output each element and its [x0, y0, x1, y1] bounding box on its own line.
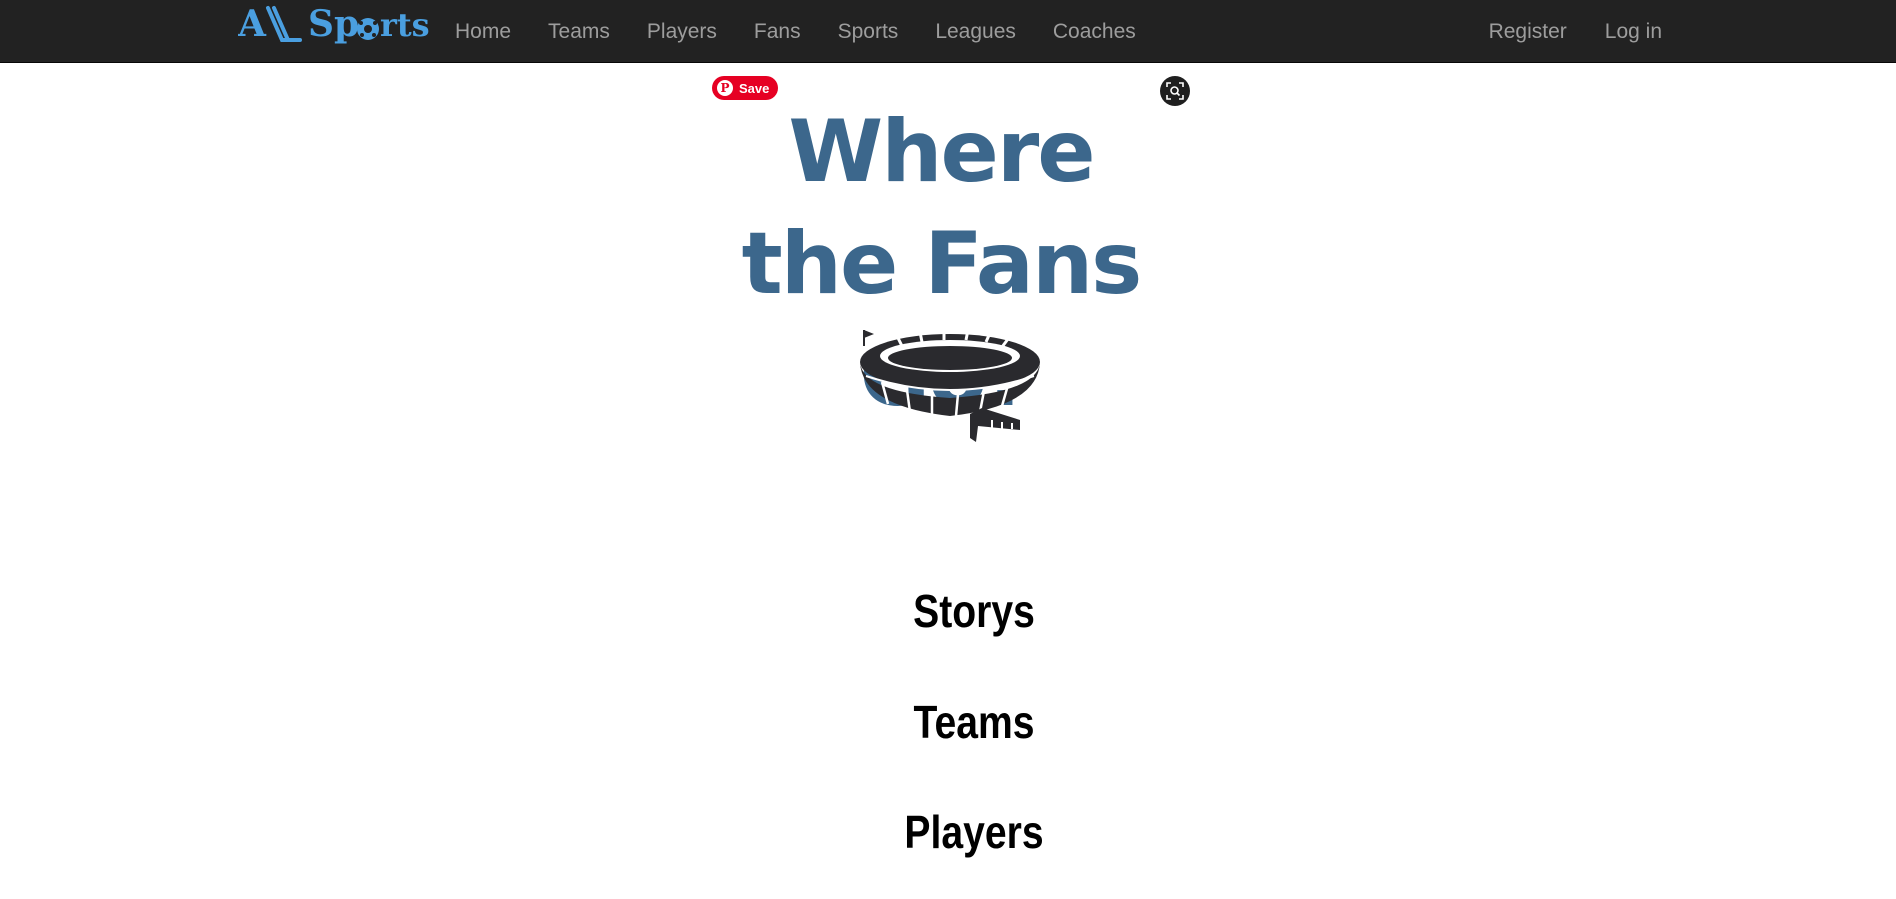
nav-login[interactable]: Log in [1605, 20, 1662, 44]
svg-text:rts: rts [380, 6, 430, 44]
nav-leagues[interactable]: Leagues [935, 20, 1016, 44]
primary-nav: Home Teams Players Fans Sports Leagues C… [455, 0, 1173, 63]
nav-register[interactable]: Register [1489, 20, 1567, 44]
nav-coaches[interactable]: Coaches [1053, 20, 1136, 44]
brand-logo-graphic: A Sp rts [238, 4, 430, 45]
top-navbar: A Sp rts Home Teams Players Fans Sports … [0, 0, 1896, 63]
section-heading-players[interactable]: Players [146, 805, 1802, 859]
pinterest-save-label: Save [739, 80, 770, 96]
pinterest-icon: P [717, 80, 733, 96]
stadium-icon [860, 329, 1040, 442]
section-heading-storys[interactable]: Storys [146, 584, 1802, 638]
nav-fans[interactable]: Fans [754, 20, 801, 44]
nav-players[interactable]: Players [647, 20, 717, 44]
account-nav: Register Log in [1451, 0, 1662, 63]
svg-text:Sp: Sp [308, 4, 359, 45]
nav-home[interactable]: Home [455, 20, 511, 44]
section-heading-teams[interactable]: Teams [146, 695, 1802, 749]
svg-text:A: A [238, 4, 267, 45]
nav-sports[interactable]: Sports [838, 20, 899, 44]
brand-logo[interactable]: A Sp rts [238, 4, 438, 50]
nav-teams[interactable]: Teams [548, 20, 610, 44]
